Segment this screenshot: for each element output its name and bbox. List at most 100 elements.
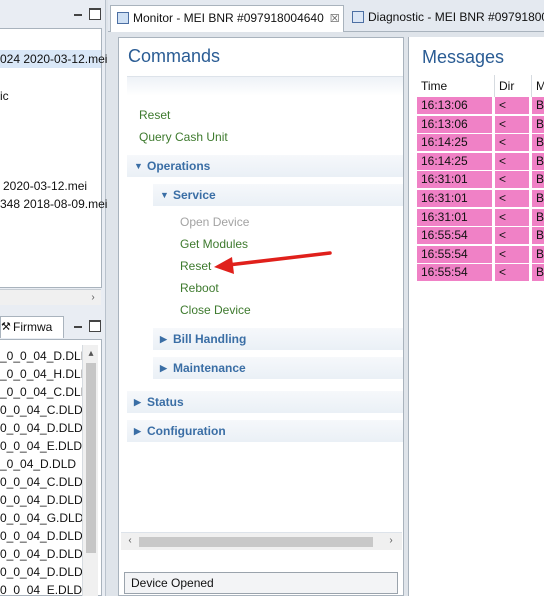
table-cell-time: 16:31:01 [417,208,492,226]
tab-firmware[interactable]: ⚒ Firmwa [0,316,64,338]
chevron-right-icon: ▶ [160,334,167,344]
list-item[interactable]: 0_0_04_D.DLD [0,491,83,509]
reboot-link[interactable]: Reboot [180,281,219,295]
list-item[interactable]: 0_0_04_D.DLD [0,563,83,581]
configuration-section[interactable]: ▶ Configuration [127,420,403,442]
list-item[interactable]: 0_0_04_E.DLD [0,437,82,455]
table-cell-m: B [532,152,544,170]
maximize-icon[interactable] [89,8,101,20]
chevron-right-icon: ▶ [134,397,141,407]
operations-label: Operations [147,159,211,173]
table-cell-dir: < [495,115,529,133]
list-item[interactable]: _0_04_D.DLD [0,455,76,473]
column-header-m[interactable]: M [532,75,544,97]
list-item[interactable]: 0_0_04_C.DLD [0,473,83,491]
table-cell-time: 16:55:54 [417,227,492,245]
service-reset-link[interactable]: Reset [180,259,211,273]
close-device-link[interactable]: Close Device [180,303,251,317]
project-tree: 024 2020-03-12.mei ic 2020-03-12.mei 348… [0,28,107,305]
minimize-icon[interactable] [72,9,84,21]
table-cell-time: 16:31:01 [417,190,492,207]
chevron-right-icon: ▶ [160,363,167,373]
tree-item[interactable]: ic [0,89,9,103]
bill-handling-label: Bill Handling [173,332,247,346]
table-cell-dir: < [495,245,529,263]
list-item[interactable]: 0_0_04_D.DLD [0,527,83,545]
commands-title: Commands [128,46,221,66]
query-cash-unit-link[interactable]: Query Cash Unit [139,130,228,144]
list-item[interactable]: 0_0_04_D.DLD [0,419,83,437]
list-item[interactable]: 0_0_04_G.DLD [0,509,83,527]
tab-monitor[interactable]: Monitor - MEI BNR #097918004640 ☒ [110,5,344,32]
scroll-left-icon[interactable]: ‹ [123,534,137,548]
reset-link[interactable]: Reset [139,108,170,122]
table-row[interactable]: 16:13:06 < B [417,115,544,134]
table-cell-m: B [532,171,544,189]
table-cell-time: 16:55:54 [417,264,492,282]
column-header-time[interactable]: Time [417,75,495,97]
table-cell-dir: < [495,134,529,152]
table-row[interactable]: 16:55:54 < B [417,227,544,245]
list-item[interactable]: _0_0_04_D.DLD [0,347,89,365]
monitor-icon [117,12,129,24]
table-cell-dir: < [495,264,529,282]
table-cell-dir: < [495,208,529,226]
device-status-field: Device Opened [124,572,398,594]
table-cell-time: 16:13:06 [417,97,492,114]
chevron-down-icon: ▼ [160,190,169,200]
table-row[interactable]: 16:14:25 < B [417,134,544,152]
close-icon[interactable]: ☒ [330,7,340,31]
table-row[interactable]: 16:31:01 < B [417,208,544,227]
list-item[interactable]: 0_0_04_C.DLD [0,401,83,419]
table-cell-time: 16:14:25 [417,152,492,170]
list-item[interactable]: 0_0_04_E.DLD [0,581,82,595]
list-item[interactable]: _0_0_04_H.DLD [0,365,89,383]
tree-item[interactable]: 024 2020-03-12.mei [0,50,107,68]
table-cell-time: 16:31:01 [417,171,492,189]
table-cell-m: B [532,208,544,226]
firmware-icon: ⚒ [1,321,11,333]
scroll-right-icon[interactable]: › [86,291,100,305]
table-row[interactable]: 16:14:25 < B [417,152,544,171]
scroll-right-icon[interactable]: › [384,534,398,548]
table-row[interactable]: 16:13:06 < B [417,97,544,115]
open-device-link: Open Device [180,215,250,229]
column-header-dir[interactable]: Dir [495,75,532,97]
table-cell-dir: < [495,97,529,114]
tab-diagnostic[interactable]: Diagnostic - MEI BNR #097918004640 [346,5,544,32]
minimize-icon[interactable] [72,321,84,333]
table-cell-m: B [532,190,544,207]
get-modules-link[interactable]: Get Modules [180,237,248,251]
bill-handling-section[interactable]: ▶ Bill Handling [153,328,403,350]
table-cell-time: 16:14:25 [417,134,492,152]
vertical-scrollbar[interactable]: ▴ [82,345,98,596]
scrollbar-thumb[interactable] [86,363,96,553]
table-row[interactable]: 16:31:01 < B [417,171,544,189]
table-cell-m: B [532,115,544,133]
commands-horizontal-scrollbar[interactable]: ‹ › [121,532,402,550]
list-item[interactable]: _0_0_04_C.DLD [0,383,89,401]
status-label: Status [147,395,184,409]
diagnostic-icon [352,11,364,23]
scrollbar-thumb[interactable] [139,537,373,547]
table-cell-dir: < [495,152,529,170]
table-row[interactable]: 16:55:54 < B [417,264,544,282]
editor-tab-bar: Monitor - MEI BNR #097918004640 ☒ Diagnos… [108,0,544,32]
table-row[interactable]: 16:55:54 < B [417,245,544,264]
table-row[interactable]: 16:31:01 < B [417,190,544,208]
maintenance-label: Maintenance [173,361,246,375]
maximize-icon[interactable] [89,320,101,332]
status-section[interactable]: ▶ Status [127,391,403,413]
list-item[interactable]: 0_0_04_D.DLD [0,545,83,563]
tree-item[interactable]: 348 2018-08-09.mei [0,197,107,211]
tab-firmware-label: Firmwa [13,320,53,334]
service-section[interactable]: ▼ Service [153,184,403,206]
operations-section[interactable]: ▼ Operations [127,155,403,177]
messages-panel: Messages Time Dir M 16:13:06 < B 16:13:06 < B… [408,37,544,596]
service-label: Service [173,188,216,202]
scroll-up-icon[interactable]: ▴ [84,347,98,361]
maintenance-section[interactable]: ▶ Maintenance [153,357,403,379]
tree-item[interactable]: 2020-03-12.mei [3,179,87,193]
horizontal-scrollbar[interactable]: › [0,289,101,305]
table-cell-m: B [532,134,544,152]
